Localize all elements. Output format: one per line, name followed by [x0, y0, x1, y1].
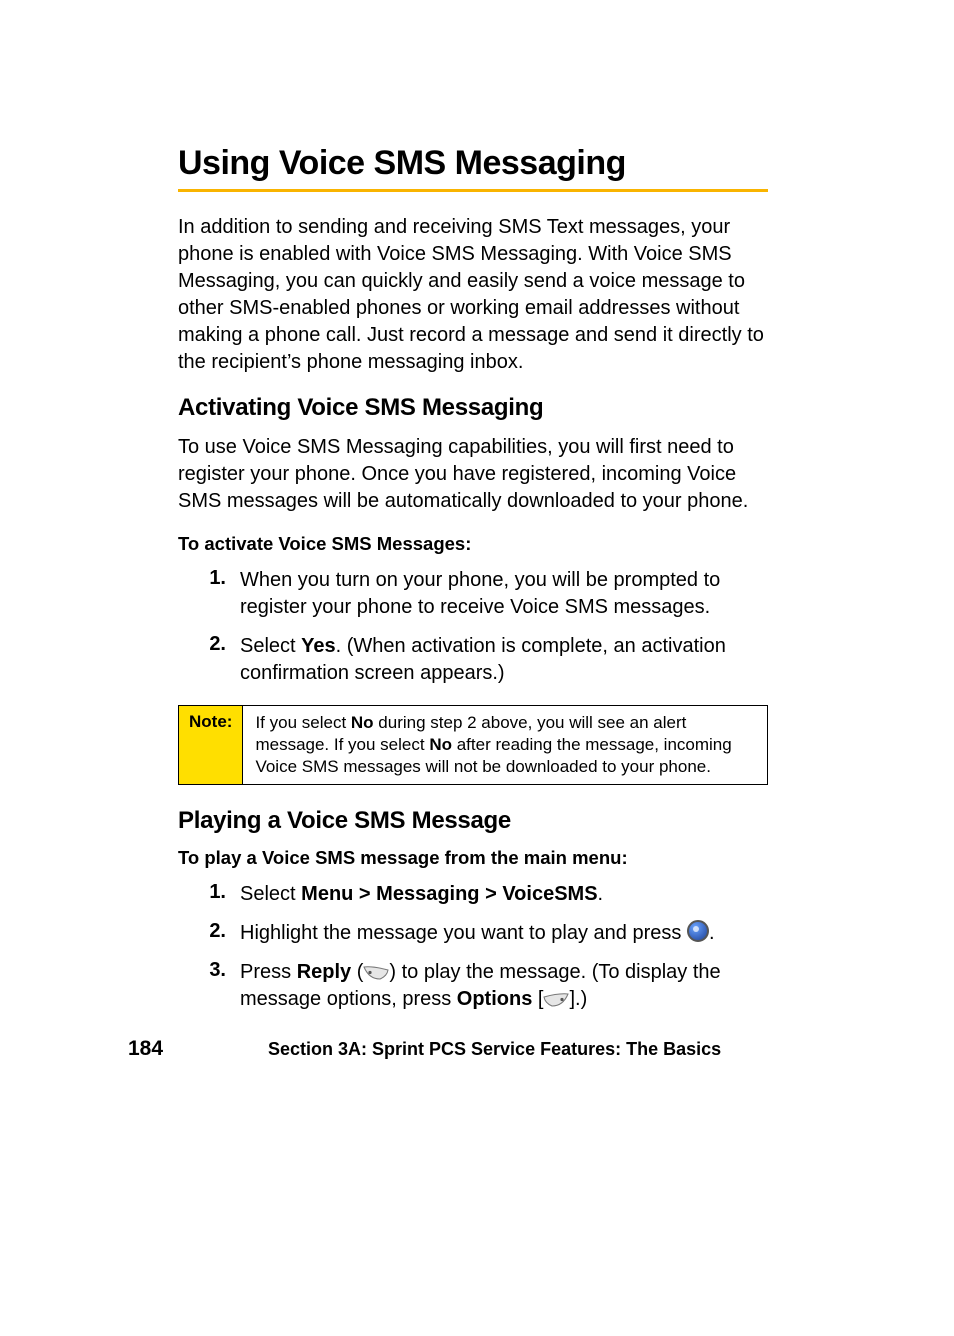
step-text: When you turn on your phone, you will be…	[240, 567, 768, 621]
footer-text: Section 3A: Sprint PCS Service Features:…	[268, 1039, 721, 1060]
step-number: 2.	[178, 633, 240, 656]
page-content: Using Voice SMS Messaging In addition to…	[0, 0, 954, 1121]
step-number: 1.	[178, 567, 240, 590]
note-bold: No	[351, 713, 374, 732]
ok-button-icon	[687, 920, 709, 942]
section1-body: To use Voice SMS Messaging capabilities,…	[178, 434, 768, 515]
step-text-post: ].)	[569, 988, 587, 1010]
page-footer: 184 Section 3A: Sprint PCS Service Featu…	[178, 1037, 768, 1061]
step-text: Select Yes. (When activation is complete…	[240, 633, 768, 687]
step-text: Highlight the message you want to play a…	[240, 920, 768, 947]
step-bold: Reply	[297, 961, 351, 983]
section1-steps: 1. When you turn on your phone, you will…	[178, 567, 768, 687]
step-text-mid: (	[351, 961, 363, 983]
step-text: Press Reply () to play the message. (To …	[240, 959, 768, 1013]
intro-paragraph: In addition to sending and receiving SMS…	[178, 214, 768, 376]
page-number: 184	[128, 1037, 268, 1061]
title-underline	[178, 189, 768, 192]
step-text-pre: Select	[240, 883, 301, 905]
step-text-post: .	[598, 883, 604, 905]
list-item: 2. Select Yes. (When activation is compl…	[178, 633, 768, 687]
list-item: 1. Select Menu > Messaging > VoiceSMS.	[178, 881, 768, 908]
section-heading-activating: Activating Voice SMS Messaging	[178, 394, 768, 422]
step-text-pre: Highlight the message you want to play a…	[240, 922, 687, 944]
note-label: Note:	[179, 706, 243, 784]
note-box: Note: If you select No during step 2 abo…	[178, 705, 768, 785]
section1-lead: To activate Voice SMS Messages:	[178, 533, 768, 555]
note-body: If you select No during step 2 above, yo…	[243, 706, 767, 784]
note-text: If you select	[255, 713, 350, 732]
right-softkey-icon	[543, 993, 569, 1007]
section-heading-playing: Playing a Voice SMS Message	[178, 807, 768, 835]
left-softkey-icon	[363, 966, 389, 980]
step-text-post: .	[709, 922, 715, 944]
section2-lead: To play a Voice SMS message from the mai…	[178, 847, 768, 869]
step-bold: Menu > Messaging > VoiceSMS	[301, 883, 597, 905]
section2-steps: 1. Select Menu > Messaging > VoiceSMS. 2…	[178, 881, 768, 1013]
list-item: 1. When you turn on your phone, you will…	[178, 567, 768, 621]
step-text-mid: [	[532, 988, 543, 1010]
note-bold: No	[429, 735, 452, 754]
list-item: 3. Press Reply () to play the message. (…	[178, 959, 768, 1013]
step-text: Select Menu > Messaging > VoiceSMS.	[240, 881, 768, 908]
list-item: 2. Highlight the message you want to pla…	[178, 920, 768, 947]
page-title: Using Voice SMS Messaging	[178, 144, 768, 183]
step-number: 3.	[178, 959, 240, 982]
step-text-pre: Press	[240, 961, 297, 983]
step-number: 1.	[178, 881, 240, 904]
step-bold: Yes	[301, 635, 335, 657]
step-number: 2.	[178, 920, 240, 943]
step-text-pre: Select	[240, 635, 301, 657]
step-bold-2: Options	[457, 988, 533, 1010]
